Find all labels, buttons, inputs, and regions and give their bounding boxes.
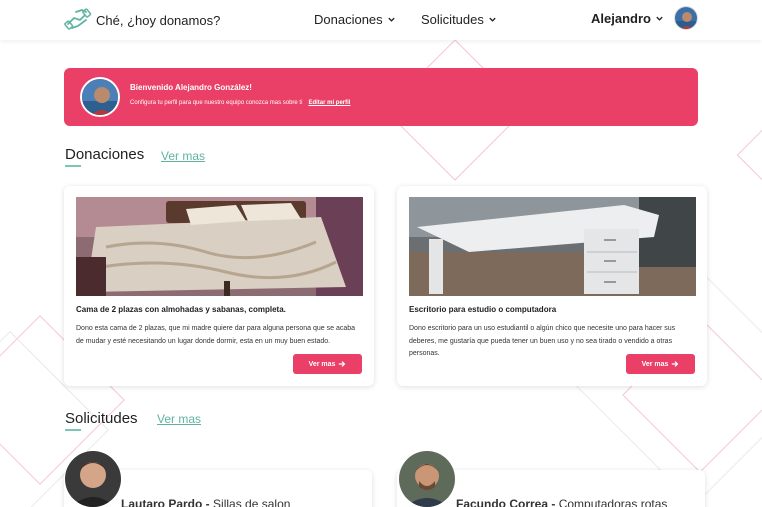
chevron-down-icon (656, 16, 663, 21)
banner-subtitle-text: Configura tu perfil para que nuestro equ… (130, 100, 303, 106)
card-title: Escritorio para estudio o computadora (409, 305, 557, 314)
chevron-down-icon (387, 17, 395, 22)
requester-name: Facundo Correa - (456, 497, 556, 507)
donation-image-bed (76, 197, 363, 296)
banner-title: Bienvenido Alejandro González! (130, 83, 252, 92)
nav-donaciones-label: Donaciones (314, 12, 383, 27)
top-navbar: Ché, ¿hoy donamos? Donaciones Solicitude… (0, 0, 762, 40)
user-name: Alejandro (591, 10, 651, 26)
nav-solicitudes-label: Solicitudes (421, 12, 484, 27)
donation-image-desk (409, 197, 696, 296)
view-more-label: Ver mas (641, 360, 669, 368)
donation-card[interactable]: Cama de 2 plazas con almohadas y sabanas… (64, 186, 374, 386)
donation-card[interactable]: Escritorio para estudio o computadora Do… (397, 186, 707, 386)
arrow-right-icon (339, 361, 346, 367)
welcome-banner: Bienvenido Alejandro González! Configura… (64, 68, 698, 126)
card-title: Cama de 2 plazas con almohadas y sabanas… (76, 305, 286, 314)
avatar (65, 451, 121, 507)
card-description: Dono esta cama de 2 plazas, que mi madre… (76, 325, 356, 345)
requests-title: Solicitudes (65, 410, 138, 431)
brand-name: Ché, ¿hoy donamos? (96, 12, 221, 28)
banner-subtitle: Configura tu perfil para que nuestro equ… (130, 100, 350, 106)
requester-name: Lautaro Pardo - (121, 497, 210, 507)
requested-item: Sillas de salon (213, 497, 291, 507)
request-summary: Facundo Correa - Computadoras rotas (456, 497, 667, 507)
view-more-button[interactable]: Ver mas (293, 354, 362, 374)
chevron-down-icon (489, 17, 496, 22)
avatar (80, 77, 120, 117)
hands-logo-icon (64, 8, 92, 30)
requests-more-link[interactable]: Ver mas (157, 412, 201, 426)
donations-more-link[interactable]: Ver mas (161, 149, 205, 163)
avatar (399, 451, 455, 507)
arrow-right-icon (672, 361, 679, 367)
view-more-button[interactable]: Ver mas (626, 354, 695, 374)
nav-solicitudes[interactable]: Solicitudes (421, 12, 497, 27)
edit-profile-link[interactable]: Editar mi perfil (308, 100, 350, 106)
view-more-label: Ver mas (308, 360, 336, 368)
decorative-diamond (736, 126, 762, 184)
brand[interactable]: Ché, ¿hoy donamos? (64, 6, 220, 34)
avatar[interactable] (674, 6, 698, 30)
nav-donaciones[interactable]: Donaciones (314, 12, 396, 27)
donations-title: Donaciones (65, 146, 145, 167)
user-menu[interactable]: Alejandro (591, 6, 698, 30)
request-summary: Lautaro Pardo - Sillas de salon (121, 497, 290, 507)
requested-item: Computadoras rotas (558, 497, 668, 507)
